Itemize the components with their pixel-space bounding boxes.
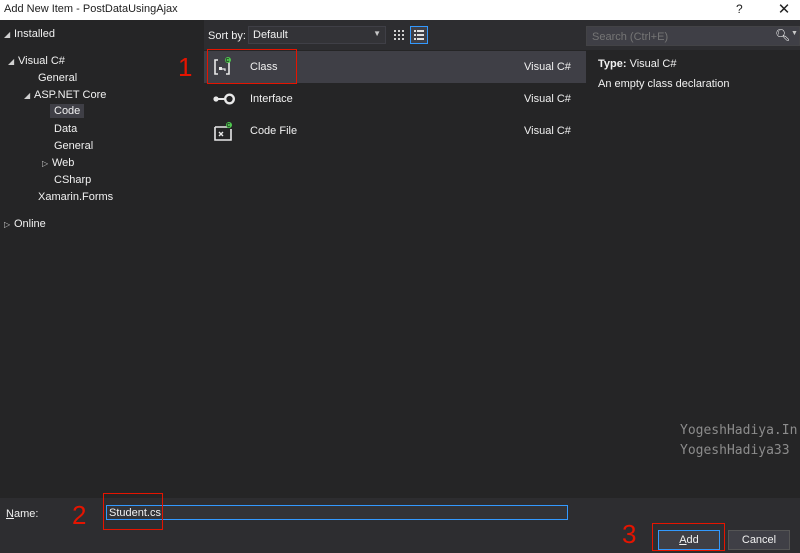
annotation-number-3: 3 [622,519,637,549]
svg-text:C: C [226,58,230,64]
search-box: 🔍︎ ▼ [586,26,800,46]
collapsed-arrow-icon[interactable]: ▷ [4,220,14,229]
cancel-button[interactable]: Cancel [728,530,790,550]
tree-item-installed[interactable]: ◢ Installed [4,28,55,40]
watermark-line-1: YogeshHadiya.In [680,423,798,438]
type-label: Type: [598,58,627,70]
add-button[interactable]: Add [658,530,720,550]
template-language: Visual C# [524,93,571,105]
interface-icon [212,89,236,109]
tree-item-data[interactable]: Data [54,123,77,135]
expanded-arrow-icon[interactable]: ◢ [8,57,18,66]
template-language: Visual C# [524,125,571,137]
watermark-line-2: YogeshHadiya33 [680,443,790,458]
tree-item-general-2[interactable]: General [54,140,93,152]
svg-text:C: C [227,123,231,129]
template-list: C Class Visual C# Interface Visual C# C [204,50,586,498]
expanded-arrow-icon[interactable]: ◢ [4,30,14,39]
template-language: Visual C# [524,61,571,73]
search-input[interactable] [590,29,774,45]
annotation-number-2: 2 [72,500,87,530]
sort-label: Sort by: [208,30,246,42]
title-bar: Add New Item - PostDataUsingAjax ? ✕ [0,0,800,20]
tree-item-csharp[interactable]: CSharp [54,174,91,186]
chevron-down-icon: ▼ [373,29,381,38]
collapsed-arrow-icon[interactable]: ▷ [42,159,52,168]
tree-item-aspnet-core[interactable]: ◢ ASP.NET Core [24,89,106,101]
type-info: Type: Visual C# [598,58,676,70]
sort-dropdown[interactable]: Default ▼ [248,26,386,44]
expanded-arrow-icon[interactable]: ◢ [24,91,34,100]
search-icon[interactable]: 🔍︎ [775,28,790,42]
chevron-down-icon[interactable]: ▼ [791,30,798,37]
tree-item-general[interactable]: General [38,72,77,84]
template-row-code-file[interactable]: C Code File Visual C# [204,115,586,147]
name-label: Name: [6,508,39,520]
list-view-icon[interactable] [410,26,428,44]
name-input[interactable] [106,505,568,520]
tree-item-visual-csharp[interactable]: ◢ Visual C# [8,55,65,67]
grid-view-icon[interactable] [390,26,408,44]
tree-item-xamarin-forms[interactable]: Xamarin.Forms [38,191,113,203]
template-tree: ◢ Installed ◢ Visual C# General ◢ ASP.NET C… [0,20,204,498]
class-icon: C [212,57,234,77]
tree-item-online[interactable]: ▷ Online [4,218,46,230]
tree-item-web[interactable]: ▷ Web [42,157,74,169]
template-description: An empty class declaration [598,78,730,90]
template-name: Code File [250,125,298,137]
window-title: Add New Item - PostDataUsingAjax [4,3,178,15]
template-row-interface[interactable]: Interface Visual C# [204,83,586,115]
template-name: Class [250,61,278,73]
sort-value: Default [253,29,288,41]
template-row-class[interactable]: C Class Visual C# [204,51,586,83]
tree-item-code[interactable]: Code [50,104,85,118]
close-button[interactable]: ✕ [772,0,796,20]
code-file-icon: C [212,121,234,141]
sort-bar: Sort by: Default ▼ [204,20,586,50]
annotation-number-1: 1 [178,52,193,82]
template-name: Interface [250,93,293,105]
bottom-bar: Name: Add Cancel [0,498,800,553]
type-value: Visual C# [629,58,677,70]
help-button[interactable]: ? [736,2,743,16]
